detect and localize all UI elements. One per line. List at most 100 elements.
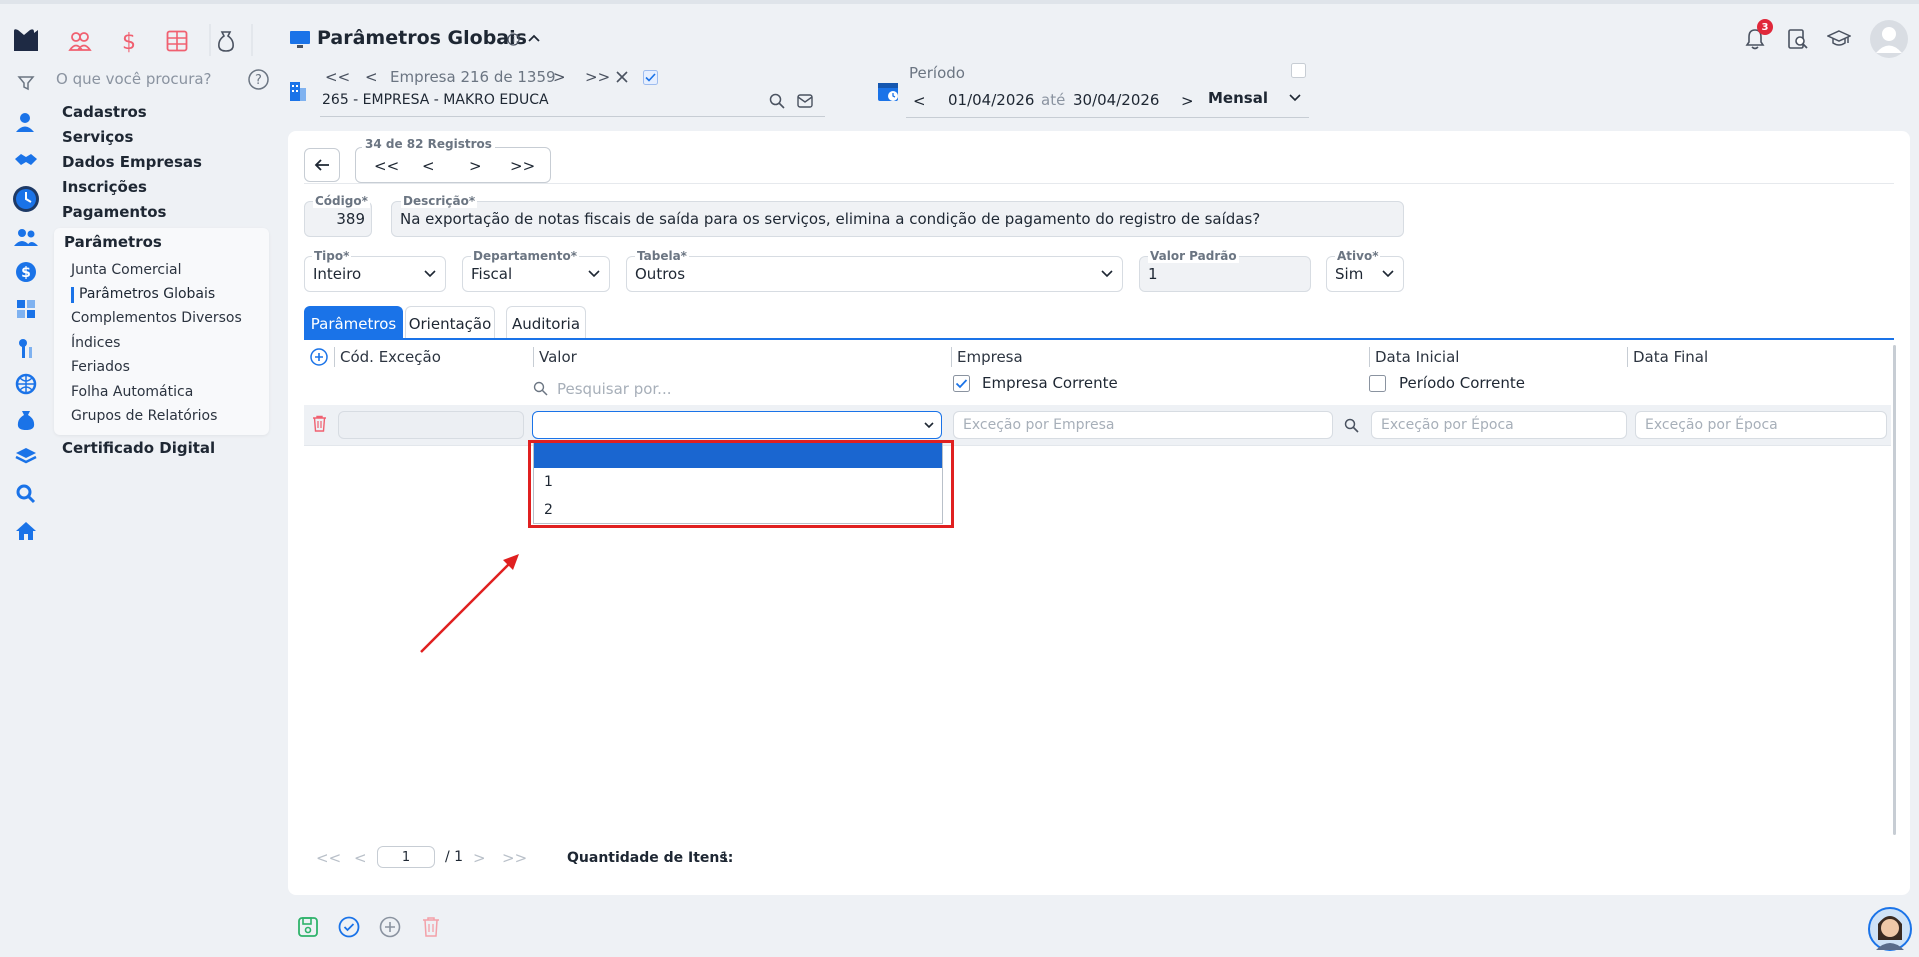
doc-search-icon[interactable]: [1787, 28, 1809, 50]
period-next-button[interactable]: >: [1181, 92, 1194, 110]
empresa-corrente-checkbox[interactable]: [953, 375, 970, 392]
avatar[interactable]: [1870, 20, 1908, 58]
home-icon[interactable]: [12, 517, 40, 545]
user-icon[interactable]: [12, 108, 40, 136]
company-next-button[interactable]: >: [553, 68, 566, 86]
save-icon[interactable]: [297, 916, 319, 938]
delete-icon[interactable]: [422, 916, 440, 937]
period-start-input[interactable]: 01/04/2026: [948, 91, 1034, 109]
page-last-button[interactable]: >>: [502, 849, 527, 867]
nav-parametros[interactable]: Parâmetros: [64, 233, 162, 251]
qty-value: 1: [720, 850, 729, 866]
logo-icon[interactable]: [12, 26, 40, 54]
graduation-cap-icon[interactable]: [1827, 29, 1851, 49]
cod-excecao-input[interactable]: [338, 411, 524, 439]
nav-pagamentos[interactable]: Pagamentos: [62, 203, 166, 221]
company-mail-icon[interactable]: [797, 94, 813, 108]
filter-icon[interactable]: [12, 69, 40, 97]
valor-select[interactable]: [532, 411, 942, 439]
help-icon[interactable]: ?: [248, 69, 269, 90]
period-end-input[interactable]: 30/04/2026: [1073, 91, 1159, 109]
nav-inscricoes[interactable]: Inscrições: [62, 178, 147, 196]
money-bag-outline-icon[interactable]: [212, 26, 240, 56]
company-name[interactable]: 265 - EMPRESA - MAKRO EDUCA: [322, 92, 549, 108]
sub-item-complementos[interactable]: Complementos Diversos: [71, 310, 242, 326]
periodo-corrente-label: Período Corrente: [1399, 374, 1525, 392]
sub-item-folha-automatica[interactable]: Folha Automática: [71, 384, 193, 400]
grid-table-icon[interactable]: [163, 26, 191, 56]
col-separator: [1369, 347, 1370, 367]
dollar-icon[interactable]: $: [115, 26, 143, 56]
add-row-icon[interactable]: [310, 348, 328, 366]
sub-item-indices[interactable]: Índices: [71, 335, 120, 351]
globe-icon[interactable]: [12, 370, 40, 398]
nav-servicos[interactable]: Serviços: [62, 128, 133, 146]
calculator-icon[interactable]: [12, 295, 40, 323]
confirm-icon[interactable]: [338, 916, 360, 938]
collapse-chevron-icon[interactable]: [527, 33, 541, 43]
excecao-epoca-final-input[interactable]: Exceção por Época: [1635, 411, 1887, 439]
periodo-corrente-checkbox[interactable]: [1369, 375, 1386, 392]
records-next-button[interactable]: >: [469, 157, 482, 175]
sub-item-feriados[interactable]: Feriados: [71, 359, 130, 375]
page-next-button[interactable]: >: [473, 849, 486, 867]
people-icon[interactable]: [66, 26, 94, 56]
clock-icon[interactable]: [12, 185, 40, 213]
company-clear-icon[interactable]: [616, 71, 628, 83]
handshake-icon[interactable]: [12, 146, 40, 174]
col-data-inicial[interactable]: Data Inicial: [1375, 348, 1459, 366]
records-last-button[interactable]: >>: [510, 157, 535, 175]
period-checkbox[interactable]: [1291, 63, 1306, 78]
search-rail-icon[interactable]: [12, 480, 40, 508]
period-prev-button[interactable]: <: [913, 92, 926, 110]
company-confirm-checkbox[interactable]: [643, 70, 658, 85]
tools-icon[interactable]: [12, 334, 40, 362]
global-search-input[interactable]: O que você procura?: [56, 70, 212, 88]
users-icon[interactable]: [12, 223, 40, 251]
empresa-lookup-icon[interactable]: [1344, 418, 1359, 433]
valor-search-input[interactable]: Pesquisar por...: [557, 380, 672, 398]
period-mode-chevron-icon[interactable]: [1288, 93, 1302, 103]
add-icon[interactable]: [379, 916, 401, 938]
col-empresa[interactable]: Empresa: [957, 348, 1023, 366]
company-prev-button[interactable]: <: [365, 68, 378, 86]
delete-row-icon[interactable]: [312, 415, 327, 432]
sub-item-junta-comercial[interactable]: Junta Comercial: [71, 262, 182, 278]
chevron-down-icon: [424, 270, 436, 278]
records-first-button[interactable]: <<: [374, 157, 399, 175]
tab-auditoria[interactable]: Auditoria: [506, 306, 586, 340]
descricao-field[interactable]: Na exportação de notas fiscais de saída …: [391, 201, 1404, 237]
records-prev-button[interactable]: <: [422, 157, 435, 175]
page-prev-button[interactable]: <: [354, 849, 367, 867]
col-cod-excecao[interactable]: Cód. Exceção: [340, 348, 441, 366]
nav-dados-empresas[interactable]: Dados Empresas: [62, 153, 202, 171]
money-bag-icon[interactable]: [12, 406, 40, 434]
nav-cadastros[interactable]: Cadastros: [62, 103, 147, 121]
tipo-label: Tipo*: [312, 249, 352, 263]
nav-certificado-digital[interactable]: Certificado Digital: [62, 439, 215, 457]
sub-item-grupos-relatorios[interactable]: Grupos de Relatórios: [71, 408, 217, 424]
col-data-final[interactable]: Data Final: [1633, 348, 1708, 366]
sub-item-parametros-globais[interactable]: Parâmetros Globais: [79, 286, 215, 302]
company-search-icon[interactable]: [769, 93, 785, 109]
page-total: / 1: [445, 849, 464, 865]
tab-orientacao[interactable]: Orientação: [405, 306, 495, 340]
period-mode-select[interactable]: Mensal: [1208, 89, 1268, 107]
page-first-button[interactable]: <<: [316, 849, 341, 867]
layers-icon[interactable]: [12, 442, 40, 470]
company-first-button[interactable]: <<: [325, 68, 350, 86]
excecao-epoca-inicial-input[interactable]: Exceção por Época: [1371, 411, 1627, 439]
grid-scrollbar[interactable]: [1893, 345, 1896, 835]
calendar-icon[interactable]: [877, 80, 899, 102]
excecao-empresa-input[interactable]: Exceção por Empresa: [953, 411, 1333, 439]
money-icon[interactable]: $: [12, 258, 40, 286]
company-last-button[interactable]: >>: [585, 68, 610, 86]
info-icon[interactable]: [507, 33, 520, 46]
assistant-avatar[interactable]: [1868, 906, 1912, 952]
back-button[interactable]: [304, 148, 340, 182]
tab-parametros[interactable]: Parâmetros: [304, 306, 403, 340]
tabela-select[interactable]: Outros: [626, 256, 1123, 292]
page-number-input[interactable]: 1: [377, 846, 435, 868]
col-valor[interactable]: Valor: [539, 348, 577, 366]
header-divider: [304, 183, 1894, 184]
